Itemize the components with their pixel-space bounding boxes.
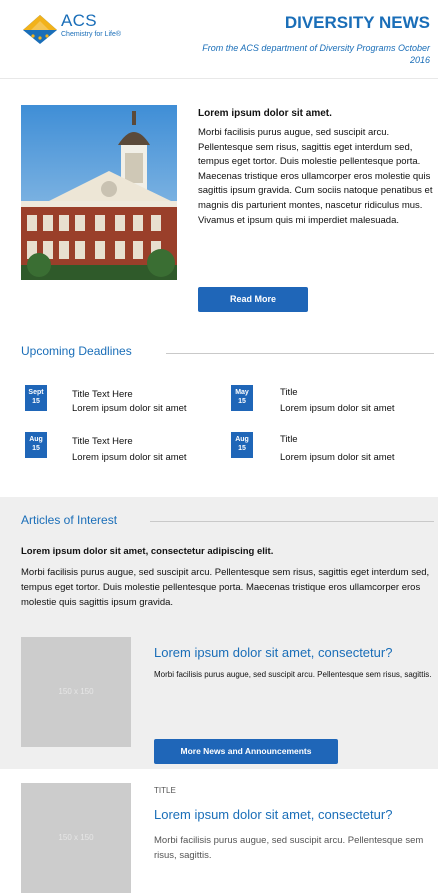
newsletter-subtitle: From the ACS department of Diversity Pro… (202, 43, 430, 65)
deadline-description: Lorem ipsum dolor sit amet (72, 452, 187, 463)
deadline-description: Lorem ipsum dolor sit amet (280, 403, 395, 414)
upcoming-deadlines-heading: Upcoming Deadlines (21, 344, 132, 358)
deadline-date-badge: May 15 (231, 385, 253, 411)
article-card-title[interactable]: Lorem ipsum dolor sit amet, consectetur? (154, 807, 392, 822)
article-card-title[interactable]: Lorem ipsum dolor sit amet, consectetur? (154, 645, 392, 660)
deadline-title[interactable]: Title (280, 387, 298, 398)
article-card-body: Morbi facilisis purus augue, sed suscipi… (154, 835, 424, 861)
hero-building-image (21, 105, 177, 280)
deadline-title[interactable]: Title Text Here (72, 389, 133, 400)
articles-lead-body: Morbi facilisis purus augue, sed suscipi… (21, 567, 430, 608)
deadline-date-badge: Sept 15 (25, 385, 47, 411)
header: ACS Chemistry for Life® DIVERSITY NEWS F… (0, 0, 438, 79)
deadline-date-badge: Aug 15 (25, 432, 47, 458)
deadline-title[interactable]: Title Text Here (72, 436, 133, 447)
logo-tagline: Chemistry for Life® (61, 31, 122, 38)
deadline-description: Lorem ipsum dolor sit amet (72, 403, 187, 414)
hero-title: Lorem ipsum dolor sit amet. (198, 108, 332, 119)
article-card-body: Morbi facilisis purus augue, sed suscipi… (154, 670, 432, 679)
article-image-placeholder: 150 x 150 (21, 637, 131, 747)
logo-text: ACS (61, 11, 97, 30)
acs-logo-icon[interactable] (21, 13, 59, 46)
section-divider (150, 521, 434, 522)
articles-lead-title: Lorem ipsum dolor sit amet, consectetur … (21, 546, 274, 557)
newsletter-title: DIVERSITY NEWS (284, 13, 430, 32)
article-image-placeholder: 150 x 150 (21, 783, 131, 893)
read-more-button[interactable]: Read More (198, 287, 308, 312)
deadline-description: Lorem ipsum dolor sit amet (280, 452, 395, 463)
hero-body: Morbi facilisis purus augue, sed suscipi… (198, 127, 433, 226)
deadline-date-badge: Aug 15 (231, 432, 253, 458)
section-divider (166, 353, 434, 354)
deadline-title[interactable]: Title (280, 434, 298, 445)
card-label: TITLE (154, 786, 176, 795)
more-news-button[interactable]: More News and Announcements (154, 739, 338, 764)
articles-of-interest-heading: Articles of Interest (21, 513, 118, 527)
